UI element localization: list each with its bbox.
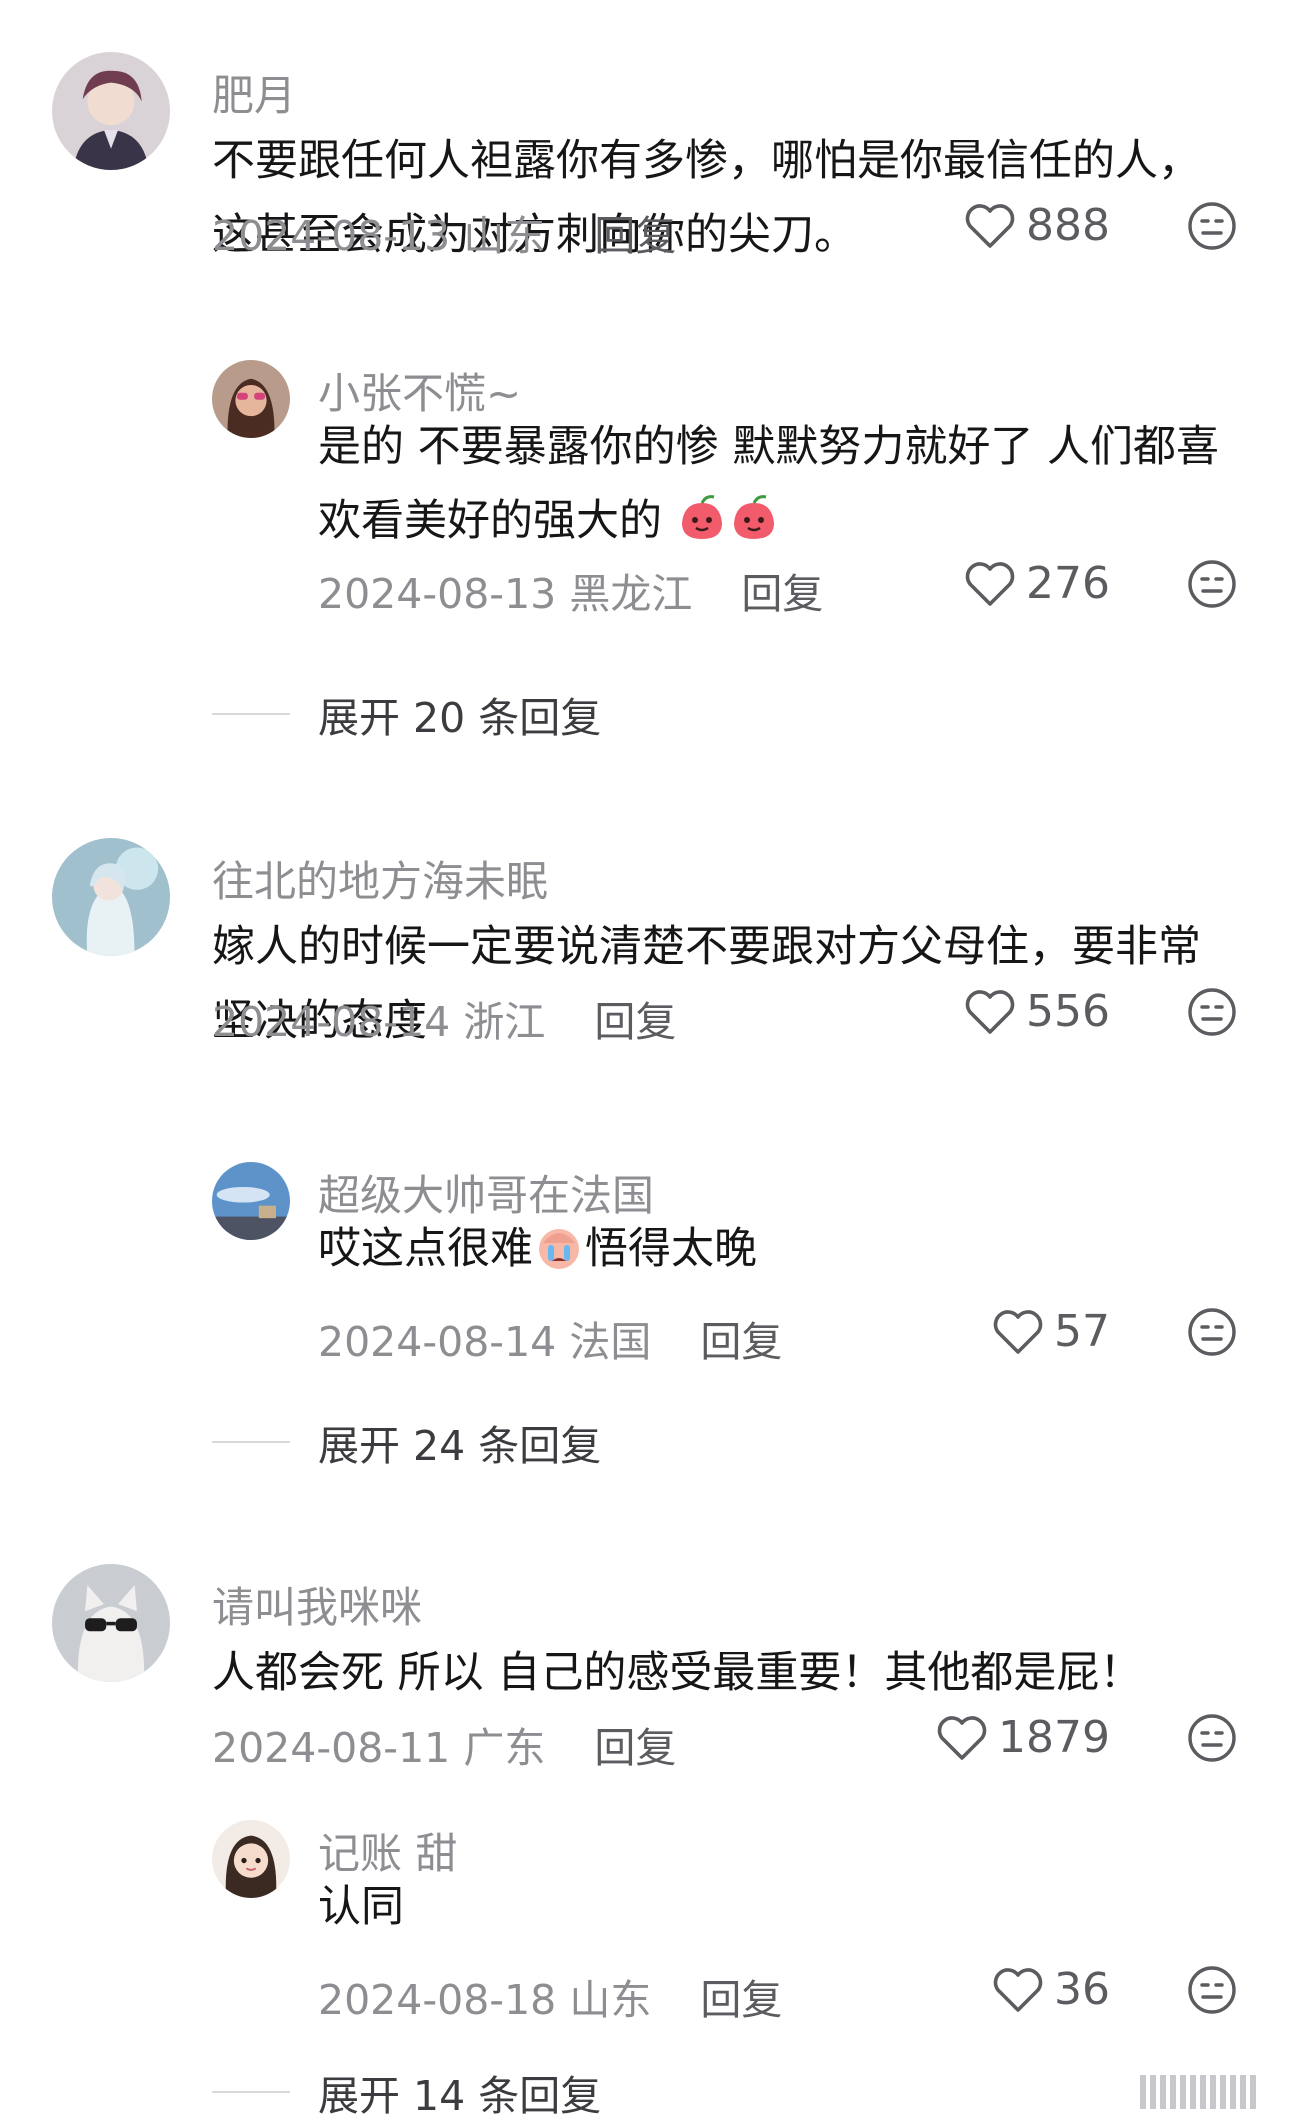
like-button[interactable]: 57	[992, 1306, 1110, 1357]
like-button[interactable]: 1879	[936, 1712, 1110, 1763]
dislike-button[interactable]	[1186, 558, 1238, 610]
dislike-face-icon	[1188, 1308, 1236, 1356]
reply-button[interactable]: 回复	[700, 1976, 782, 2024]
heart-outline-icon	[993, 1309, 1043, 1354]
reply-location: 黑龙江	[569, 570, 693, 618]
heart-outline-icon	[965, 989, 1015, 1034]
expand-label: 展开 24 条回复	[318, 1422, 602, 1470]
comment-date: 2024-08-11	[212, 1724, 451, 1772]
reply-date: 2024-08-18	[318, 1976, 557, 2024]
expand-replies-button[interactable]: 展开 24 条回复	[212, 1412, 601, 1472]
avatar-fantasy-woman-icon[interactable]	[52, 838, 170, 956]
comment-meta: 2024-08-13 山东 回复	[212, 202, 676, 262]
avatar-cat-sunglasses-icon[interactable]	[52, 1564, 170, 1682]
expand-label: 展开 20 条回复	[318, 694, 602, 742]
reply-location: 法国	[569, 1318, 652, 1366]
reply-text-before: 哎这点很难	[318, 1224, 533, 1274]
heart-outline-icon	[965, 203, 1015, 248]
username[interactable]: 请叫我咪咪	[212, 1574, 422, 1635]
dislike-face-icon	[1188, 1966, 1236, 2014]
reply-date: 2024-08-14	[318, 1318, 557, 1366]
expand-replies-button[interactable]: 展开 20 条回复	[212, 684, 601, 744]
avatar-cartoon-girl-icon[interactable]	[212, 1820, 290, 1898]
dislike-button[interactable]	[1186, 1306, 1238, 1358]
like-button[interactable]: 276	[964, 558, 1110, 609]
avatar-sky-landscape-icon[interactable]	[212, 1162, 290, 1240]
reply-text: 认同	[318, 1882, 404, 1932]
crying-face-emoji	[539, 1229, 579, 1269]
like-count: 1879	[998, 1712, 1110, 1763]
comment-location: 浙江	[463, 998, 546, 1046]
dislike-face-icon	[1188, 560, 1236, 608]
dislike-button[interactable]	[1186, 1712, 1238, 1764]
comment-text: 人都会死 所以 自己的感受最重要！其他都是屁！	[212, 1648, 1143, 1698]
like-button[interactable]: 888	[964, 200, 1110, 251]
dislike-face-icon	[1188, 202, 1236, 250]
peach-face-emoji	[733, 495, 774, 539]
watermark-bars	[1140, 2075, 1256, 2109]
peach-face-emoji	[681, 495, 722, 539]
heart-outline-icon	[965, 561, 1015, 606]
reply-meta: 2024-08-14 法国 回复	[318, 1308, 782, 1368]
dislike-button[interactable]	[1186, 986, 1238, 1038]
like-count: 36	[1054, 1964, 1110, 2015]
like-count: 276	[1026, 558, 1110, 609]
dislike-face-icon	[1188, 988, 1236, 1036]
expand-label: 展开 14 条回复	[318, 2072, 602, 2120]
reply-location: 山东	[569, 1976, 652, 2024]
comment-date: 2024-08-13	[212, 212, 451, 260]
reply-meta: 2024-08-13 黑龙江 回复	[318, 560, 823, 620]
like-count: 57	[1054, 1306, 1110, 1357]
like-count: 556	[1026, 986, 1110, 1037]
divider	[212, 2091, 290, 2093]
dislike-button[interactable]	[1186, 200, 1238, 252]
reply-button[interactable]: 回复	[700, 1318, 782, 1366]
reply-text: 是的 不要暴露你的惨 默默努力就好了 人们都喜欢看美好的强大的	[318, 410, 1248, 558]
reply-button[interactable]: 回复	[594, 1724, 676, 1772]
reply-text-after: 悟得太晚	[585, 1224, 757, 1274]
like-button[interactable]: 36	[992, 1964, 1110, 2015]
reply-button[interactable]: 回复	[594, 998, 676, 1046]
expand-replies-button[interactable]: 展开 14 条回复	[212, 2062, 601, 2122]
username[interactable]: 肥月	[212, 62, 296, 123]
reply-date: 2024-08-13	[318, 570, 557, 618]
comment-location: 广东	[463, 1724, 546, 1772]
reply-button[interactable]: 回复	[741, 570, 823, 618]
comment-meta: 2024-08-11 广东 回复	[212, 1714, 676, 1774]
comment-date: 2024-08-14	[212, 998, 451, 1046]
heart-outline-icon	[937, 1715, 987, 1760]
dislike-button[interactable]	[1186, 1964, 1238, 2016]
divider	[212, 1441, 290, 1443]
like-button[interactable]: 556	[964, 986, 1110, 1037]
username[interactable]: 往北的地方海未眠	[212, 848, 548, 909]
dislike-face-icon	[1188, 1714, 1236, 1762]
heart-outline-icon	[993, 1967, 1043, 2012]
avatar-anime-man-icon[interactable]	[52, 52, 170, 170]
reply-button[interactable]: 回复	[594, 212, 676, 260]
avatar-woman-icon[interactable]	[212, 360, 290, 438]
divider	[212, 713, 290, 715]
comment-meta: 2024-08-14 浙江 回复	[212, 988, 676, 1048]
reply-meta: 2024-08-18 山东 回复	[318, 1966, 782, 2026]
like-count: 888	[1026, 200, 1110, 251]
comment-location: 山东	[463, 212, 546, 260]
reply-text: 哎这点很难 悟得太晚	[318, 1212, 1248, 1286]
